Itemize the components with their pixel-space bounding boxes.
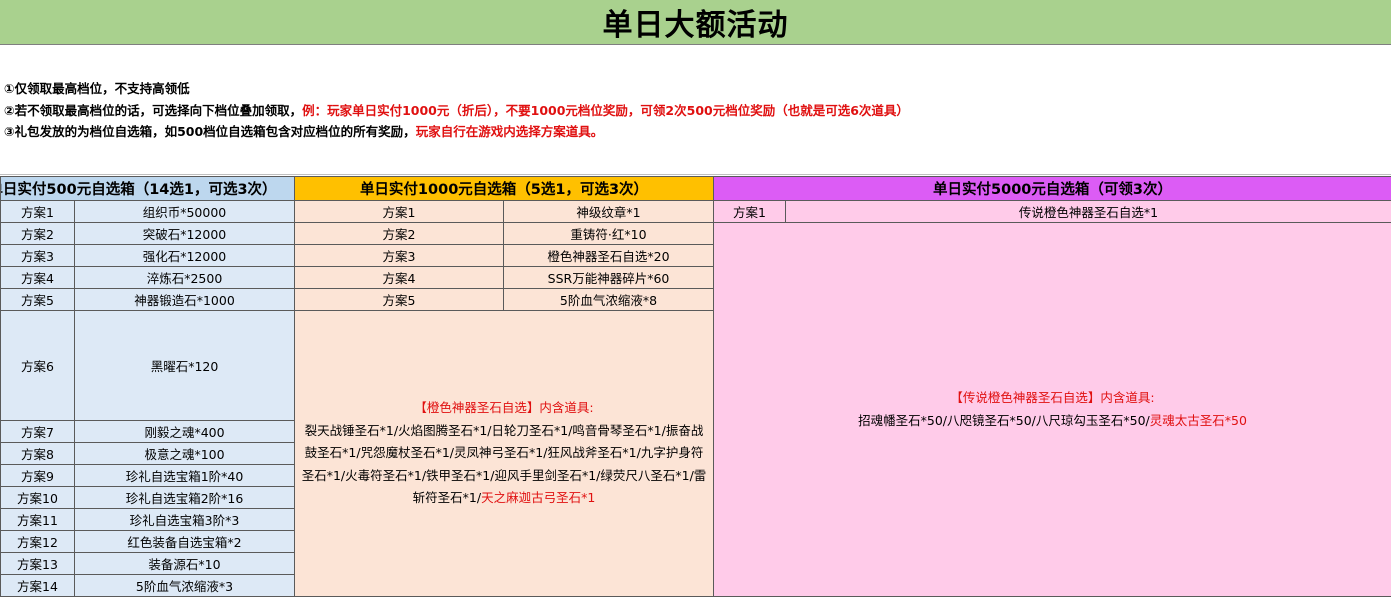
tier500-item: 装备源石*10 bbox=[74, 552, 295, 575]
note-line-1-text: ①仅领取最高档位，不支持高领低 bbox=[4, 81, 190, 96]
tier500-plan: 方案7 bbox=[0, 420, 75, 443]
tier1000-item: 5阶血气浓缩液*8 bbox=[503, 288, 714, 311]
tier1000-item: 重铸符·红*10 bbox=[503, 222, 714, 245]
tier1000-plan: 方案1 bbox=[294, 200, 504, 223]
tier500-plan: 方案2 bbox=[0, 222, 75, 245]
tier500-item: 强化石*12000 bbox=[74, 244, 295, 267]
tier1000-item: 橙色神器圣石自选*20 bbox=[503, 244, 714, 267]
tier500-plan: 方案10 bbox=[0, 486, 75, 509]
tier1000-plan: 方案4 bbox=[294, 266, 504, 289]
tier1000-item: SSR万能神器碎片*60 bbox=[503, 266, 714, 289]
tier500-plan: 方案5 bbox=[0, 288, 75, 311]
tier500-item: 淬炼石*2500 bbox=[74, 266, 295, 289]
tier5000-item: 传说橙色神器圣石自选*1 bbox=[784, 200, 1391, 223]
tier1000-desc-highlight: 天之麻迦古弓圣石*1 bbox=[481, 490, 596, 506]
tier500-item: 珍礼自选宝箱3阶*3 bbox=[74, 508, 295, 531]
note-line-3-highlight: 玩家自行在游戏内选择方案道具。 bbox=[415, 124, 604, 139]
tier1000-plan: 方案3 bbox=[294, 244, 504, 267]
tier5000-desc-head: 【传说橙色神器圣石自选】内含道具: bbox=[950, 390, 1155, 405]
reward-table: 单日实付500元自选箱（14选1，可选3次） 单日实付1000元自选箱（5选1，… bbox=[0, 176, 1391, 597]
table-row: 方案1 组织币*50000 方案1 神级纹章*1 方案1 传说橙色神器圣石自选*… bbox=[0, 200, 1391, 223]
tier5000-plan: 方案1 bbox=[713, 200, 786, 223]
tier500-item: 珍礼自选宝箱1阶*40 bbox=[74, 464, 295, 487]
tier500-plan: 方案6 bbox=[0, 310, 75, 421]
note-line-1: ①仅领取最高档位，不支持高领低 bbox=[4, 78, 909, 100]
tier500-plan: 方案9 bbox=[0, 464, 75, 487]
tier5000-desc-body: 招魂幡圣石*50/八咫镜圣石*50/八尺琼勾玉圣石*50/灵魂太古圣石*50 bbox=[719, 410, 1386, 433]
table-row: 方案2 突破石*12000 方案2 重铸符·红*10 【传说橙色神器圣石自选】内… bbox=[0, 222, 1391, 597]
divider bbox=[0, 174, 1391, 175]
tier500-item: 神器锻造石*1000 bbox=[74, 288, 295, 311]
tier5000-description: 【传说橙色神器圣石自选】内含道具: 招魂幡圣石*50/八咫镜圣石*50/八尺琼勾… bbox=[712, 222, 1391, 597]
tier1000-description: 【橙色神器圣石自选】内含道具: 裂天战锤圣石*1/火焰图腾圣石*1/日轮刀圣石*… bbox=[294, 310, 714, 597]
tier500-header: 单日实付500元自选箱（14选1，可选3次） bbox=[0, 176, 295, 201]
note-line-3: ③礼包发放的为档位自选箱，如500档位自选箱包含对应档位的所有奖励，玩家自行在游… bbox=[4, 121, 909, 143]
tier500-plan: 方案3 bbox=[0, 244, 75, 267]
tier500-plan: 方案13 bbox=[0, 552, 75, 575]
tier500-plan: 方案1 bbox=[0, 200, 75, 223]
tier500-item: 珍礼自选宝箱2阶*16 bbox=[74, 486, 295, 509]
tier500-plan: 方案4 bbox=[0, 266, 75, 289]
tier1000-plan: 方案5 bbox=[294, 288, 504, 311]
note-line-2: ②若不领取最高档位的话，可选择向下档位叠加领取，例：玩家单日实付1000元（折后… bbox=[4, 100, 909, 122]
page-title: 单日大额活动 bbox=[602, 8, 789, 43]
title-bar: 单日大额活动 bbox=[0, 0, 1391, 45]
tier500-plan: 方案8 bbox=[0, 442, 75, 465]
tier500-plan: 方案11 bbox=[0, 508, 75, 531]
tier500-item: 极意之魂*100 bbox=[74, 442, 295, 465]
notes: ①仅领取最高档位，不支持高领低 ②若不领取最高档位的话，可选择向下档位叠加领取，… bbox=[4, 78, 909, 143]
tier1000-plan: 方案2 bbox=[294, 222, 504, 245]
tier1000-desc-head: 【橙色神器圣石自选】内含道具: bbox=[414, 400, 594, 416]
note-line-3-text: ③礼包发放的为档位自选箱，如500档位自选箱包含对应档位的所有奖励， bbox=[4, 124, 416, 139]
tier500-plan: 方案14 bbox=[0, 574, 75, 597]
tier5000-desc-highlight: 灵魂太古圣石*50 bbox=[1149, 412, 1247, 428]
tier500-item: 突破石*12000 bbox=[74, 222, 295, 245]
tier1000-item: 神级纹章*1 bbox=[503, 200, 714, 223]
header-row: 单日实付500元自选箱（14选1，可选3次） 单日实付1000元自选箱（5选1，… bbox=[0, 176, 1391, 201]
note-line-2-highlight: 例：玩家单日实付1000元（折后），不要1000元档位奖励，可领2次500元档位… bbox=[302, 102, 909, 118]
tier5000-header: 单日实付5000元自选箱（可领3次） bbox=[712, 176, 1391, 201]
tier500-item: 5阶血气浓缩液*3 bbox=[74, 574, 295, 597]
tier1000-header: 单日实付1000元自选箱（5选1，可选3次） bbox=[294, 176, 714, 201]
note-line-2-text: ②若不领取最高档位的话，可选择向下档位叠加领取， bbox=[4, 102, 303, 118]
tier500-plan: 方案12 bbox=[0, 530, 75, 553]
tier500-item: 组织币*50000 bbox=[74, 200, 295, 223]
tier500-item: 红色装备自选宝箱*2 bbox=[74, 530, 295, 553]
tier500-item: 黑曜石*120 bbox=[74, 310, 295, 421]
tier1000-desc-body: 裂天战锤圣石*1/火焰图腾圣石*1/日轮刀圣石*1/鸣音骨琴圣石*1/振奋战鼓圣… bbox=[300, 420, 708, 510]
tier500-item: 刚毅之魂*400 bbox=[74, 420, 295, 443]
tier5000-desc-body-text: 招魂幡圣石*50/八咫镜圣石*50/八尺琼勾玉圣石*50/ bbox=[858, 412, 1150, 428]
